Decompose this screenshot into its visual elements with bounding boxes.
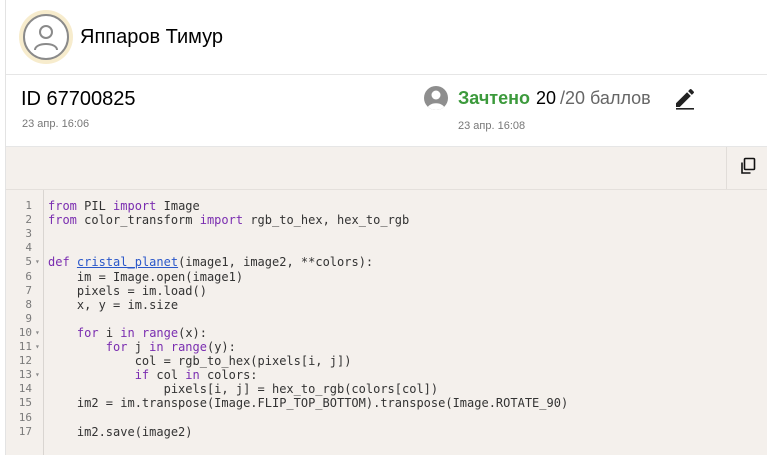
submission-info: ID 67700825 23 апр. 16:06 Зачтено 20 /20… <box>6 75 767 147</box>
line-number: 7 <box>25 283 32 297</box>
review-date: 23 апр. 16:08 <box>458 120 526 132</box>
code-line: 4 <box>6 241 767 255</box>
code-text: im2.save(image2) <box>48 424 193 439</box>
code-text: from PIL import Image <box>48 199 200 213</box>
code-line: 15 im2 = im.transpose(Image.FLIP_TOP_BOT… <box>6 396 767 410</box>
code-line: 14 pixels[i, j] = hex_to_rgb(colors[col]… <box>6 382 767 396</box>
code-line: 11 ▾ for j in range(y): <box>6 340 767 354</box>
line-number: 5 <box>25 255 32 269</box>
line-number: 6 <box>25 269 32 283</box>
copy-icon <box>739 157 757 180</box>
verdict-score: 20 <box>535 88 557 108</box>
code-text: x, y = im.size <box>48 297 179 312</box>
line-number: 3 <box>25 227 32 241</box>
review-verdict: Зачтено 20 /20 баллов <box>458 88 651 109</box>
code-viewer[interactable]: 1 from PIL import Image 2 from color_transf… <box>6 190 767 455</box>
fold-toggle-icon[interactable]: ▾ <box>35 255 40 269</box>
line-number: 8 <box>25 297 32 311</box>
code-line: 9 <box>6 312 767 326</box>
line-number: 16 <box>18 410 32 424</box>
code-text: im = Image.open(image1) <box>48 269 244 284</box>
reviewer-avatar-icon <box>424 86 448 110</box>
fold-toggle-icon[interactable]: ▾ <box>35 326 40 340</box>
code-text: im2 = im.transpose(Image.FLIP_TOP_BOTTOM… <box>48 396 569 411</box>
code-line: 7 pixels = im.load() <box>6 284 767 298</box>
code-line: 10 ▾ for i in range(x): <box>6 326 767 340</box>
code-text: for j in range(y): <box>105 340 236 354</box>
submission-id: ID 67700825 <box>21 88 136 110</box>
verdict-status: Зачтено <box>458 88 530 108</box>
code-line: 5 ▾ def cristal_planet(image1, image2, **c… <box>6 255 767 269</box>
line-number: 4 <box>25 241 32 255</box>
code-line: 12 col = rgb_to_hex(pixels[i, j]) <box>6 354 767 368</box>
line-number: 15 <box>18 396 32 410</box>
code-line: 8 x, y = im.size <box>6 298 767 312</box>
code-line: 16 <box>6 411 767 425</box>
line-number: 11 <box>18 340 32 353</box>
code-text: from color_transform import rgb_to_hex, … <box>48 213 410 228</box>
user-icon <box>23 14 69 60</box>
submission-panel: Яппаров Тимур ID 67700825 23 апр. 16:06 … <box>5 0 767 455</box>
line-number: 10 <box>18 325 32 339</box>
pencil-icon[interactable] <box>673 86 697 110</box>
code-line: 17 im2.save(image2) <box>6 425 767 439</box>
code-text: pixels[i, j] = hex_to_rgb(colors[col]) <box>48 382 439 397</box>
fold-toggle-icon[interactable]: ▾ <box>35 340 40 354</box>
code-toolbar <box>6 147 767 190</box>
code-line: 3 <box>6 227 767 241</box>
code-line: 13 ▾ if col in colors: <box>6 368 767 382</box>
avatar[interactable] <box>19 10 73 64</box>
code-text: for i in range(x): <box>76 325 207 340</box>
line-number: 13 <box>18 368 32 382</box>
line-number: 2 <box>25 213 32 227</box>
user-header: Яппаров Тимур <box>6 0 767 75</box>
line-number: 14 <box>18 382 32 396</box>
code-line: 6 im = Image.open(image1) <box>6 270 767 284</box>
submission-date: 23 апр. 16:06 <box>22 118 90 130</box>
code-text: pixels = im.load() <box>48 283 207 298</box>
code-text: if col in colors: <box>134 368 258 383</box>
code-line: 1 from PIL import Image <box>6 199 767 213</box>
code-text: def cristal_planet(image1, image2, **col… <box>48 255 374 270</box>
copy-button[interactable] <box>726 147 767 189</box>
user-name[interactable]: Яппаров Тимур <box>80 26 223 49</box>
line-number: 1 <box>25 199 32 212</box>
line-number: 9 <box>25 311 32 325</box>
verdict-max: /20 баллов <box>560 88 651 108</box>
code-line: 2 from color_transform import rgb_to_hex,… <box>6 213 767 227</box>
code-text: col = rgb_to_hex(pixels[i, j]) <box>48 354 352 369</box>
fold-toggle-icon[interactable]: ▾ <box>35 368 40 382</box>
line-number: 12 <box>18 354 32 368</box>
line-number: 17 <box>18 424 32 438</box>
